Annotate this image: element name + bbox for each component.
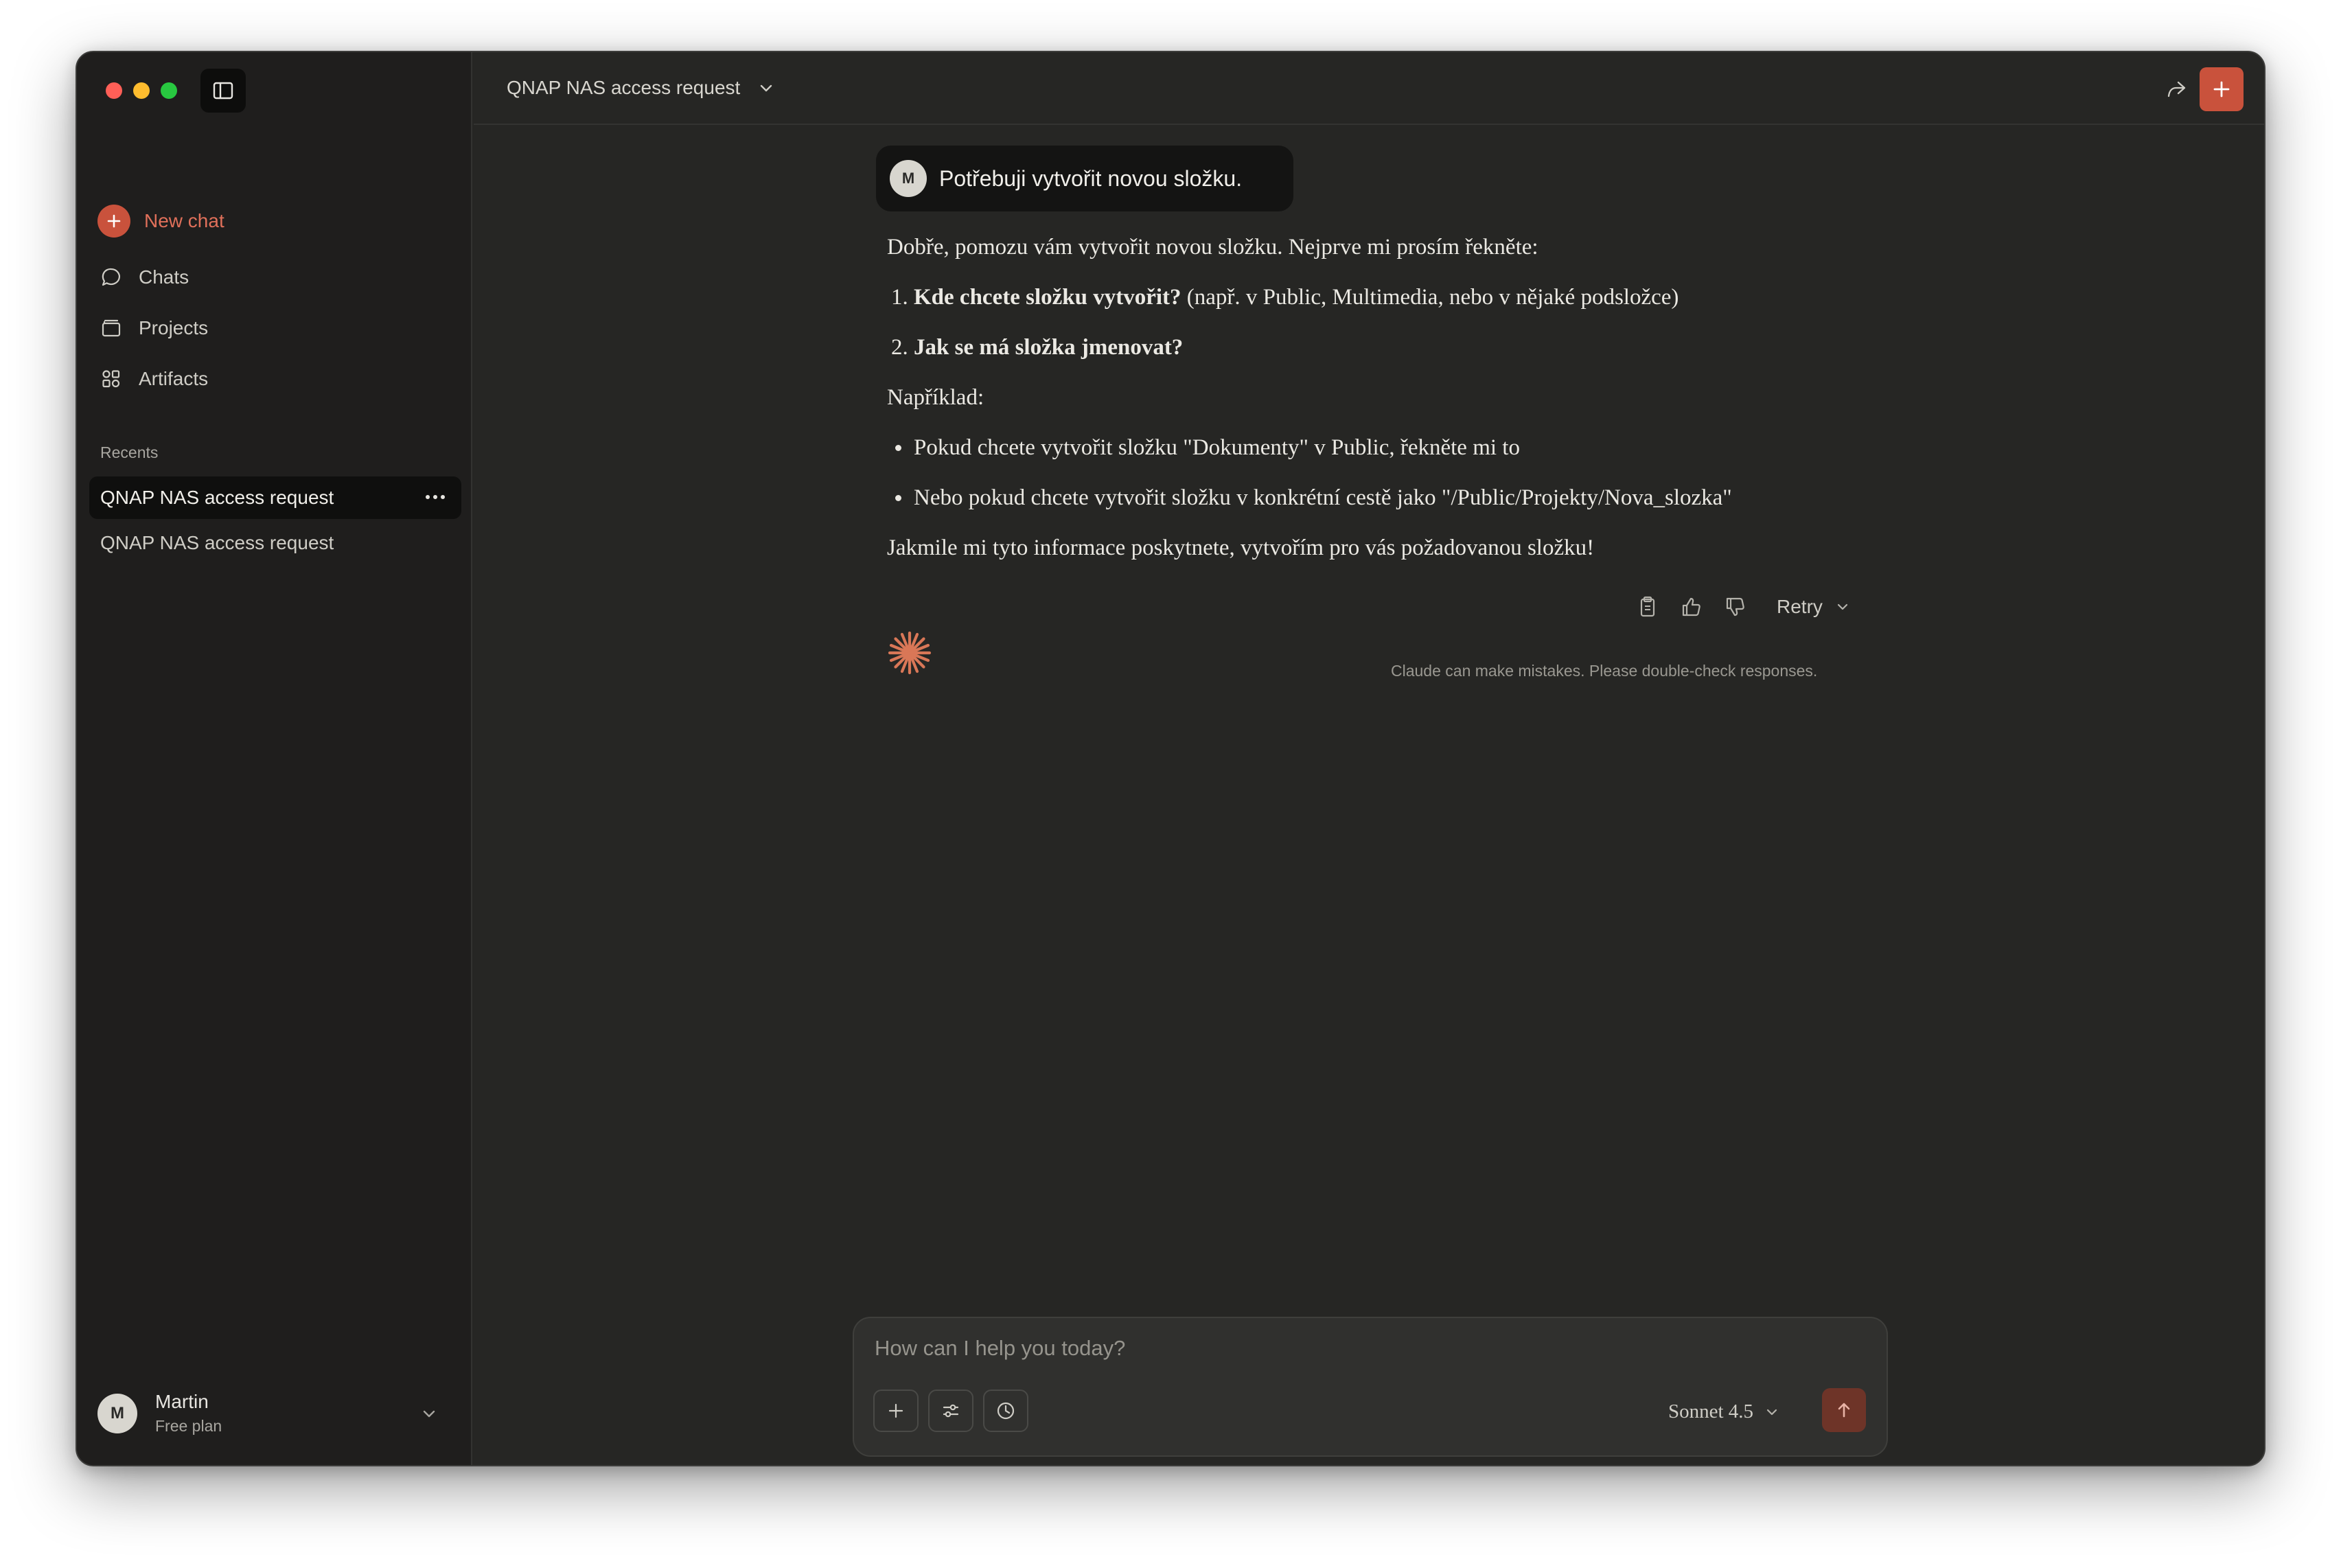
plus-icon [888,1403,903,1418]
folder-icon [97,314,125,342]
user-name: Martin [155,1391,209,1412]
message-composer: How can I help you today? Sonnet 4.5 [853,1317,1888,1457]
recent-chat-label: QNAP NAS access request [100,532,334,553]
example-label: Například: [887,385,984,410]
sidebar-item-artifacts[interactable]: Artifacts [97,358,208,400]
new-chat-button[interactable]: New chat [97,200,224,242]
chat-bubble-icon [97,264,125,291]
bullet-item: Nebo pokud chcete vytvořit složku v konk… [887,477,1862,527]
sidebar-item-label: Projects [139,317,209,338]
model-selector[interactable]: Sonnet 4.5 [1668,1400,1779,1423]
numbered-item: 2. Jak se má složka jmenovat? [887,327,1862,377]
chevron-down-icon[interactable] [420,1405,438,1426]
retry-button[interactable]: Retry [1777,596,1850,618]
clipboard-icon [1640,596,1655,617]
send-button[interactable] [1822,1388,1866,1432]
list-item-bold: Kde chcete složku vytvořit? [914,285,1181,310]
thumbs-up-icon [1682,597,1700,616]
recent-chat-item[interactable]: QNAP NAS access request [89,476,461,519]
user-message-text: Potřebuji vytvořit novou složku. [939,165,1243,191]
chat-title: QNAP NAS access request [507,77,741,98]
sidebar-item-projects[interactable]: Projects [97,308,208,349]
avatar: M [97,1393,137,1433]
share-button[interactable] [2161,74,2191,104]
arrow-up-icon [1838,1403,1850,1418]
thumbs-down-icon [1726,597,1744,616]
sidebar-item-label: Chats [139,266,189,288]
user-message-bubble: M Potřebuji vytvořit novou složku. [876,146,1293,211]
clock-icon [997,1402,1015,1420]
model-name: Sonnet 4.5 [1668,1400,1754,1422]
app-window: New chat Chats Projects Artifacts Recent… [76,51,2265,1466]
claude-spark-icon [886,629,934,680]
assistant-message: Dobře, pomozu vám vytvořit novou složku.… [887,227,1862,577]
retry-label: Retry [1777,596,1823,617]
chat-header: QNAP NAS access request [474,52,2264,125]
chevron-down-icon [761,84,772,92]
recent-chat-label: QNAP NAS access request [100,487,334,508]
sidebar-item-chats[interactable]: Chats [97,257,189,298]
user-profile[interactable]: M Martin Free plan [97,1391,222,1436]
maximize-window-button[interactable] [161,82,177,99]
numbered-item: 1. Kde chcete složku vytvořit? (např. v … [887,277,1862,327]
artifacts-grid-icon [97,365,125,393]
user-plan: Free plan [155,1417,222,1435]
more-options-button[interactable] [419,482,452,512]
avatar: M [890,160,927,197]
assistant-closing: Jakmile mi tyto informace poskytnete, vy… [887,535,1595,560]
disclaimer-text: Claude can make mistakes. Please double-… [1391,662,1818,680]
list-number: 2. [891,335,908,360]
sidebar: New chat Chats Projects Artifacts Recent… [77,52,472,1465]
list-number: 1. [891,285,908,310]
recent-chat-item[interactable]: QNAP NAS access request [89,522,461,564]
chevron-down-icon [1766,1409,1777,1415]
recents-heading: Recents [100,443,159,461]
assistant-intro: Dobře, pomozu vám vytvořit novou složku.… [887,235,1538,260]
share-arrow-icon [2167,81,2186,97]
window-controls [106,82,177,99]
plus-icon [2213,81,2230,97]
thumbs-up-button[interactable] [1679,595,1704,619]
minimize-window-button[interactable] [133,82,150,99]
history-button[interactable] [983,1390,1028,1432]
message-actions: Retry [1635,595,1850,619]
plus-icon [97,205,130,238]
close-window-button[interactable] [106,82,122,99]
chevron-down-icon [1837,603,1848,610]
add-attachment-button[interactable] [873,1390,919,1432]
list-item-text: (např. v Public, Multimedia, nebo v něja… [1181,285,1679,310]
tools-settings-button[interactable] [928,1390,973,1432]
sidebar-panel-icon [213,82,233,100]
copy-button[interactable] [1635,595,1660,619]
message-input[interactable]: How can I help you today? [875,1336,1125,1361]
sidebar-item-label: Artifacts [139,368,209,389]
sidebar-toggle-button[interactable] [200,69,246,113]
new-chat-label: New chat [144,210,224,231]
thumbs-down-button[interactable] [1723,595,1748,619]
list-item-bold: Jak se má složka jmenovat? [914,335,1184,360]
bullet-item: Pokud chcete vytvořit složku "Dokumenty"… [887,427,1862,477]
sliders-icon [943,1404,959,1418]
new-chat-header-button[interactable] [2200,67,2244,111]
chat-title-dropdown[interactable]: QNAP NAS access request [507,77,774,99]
